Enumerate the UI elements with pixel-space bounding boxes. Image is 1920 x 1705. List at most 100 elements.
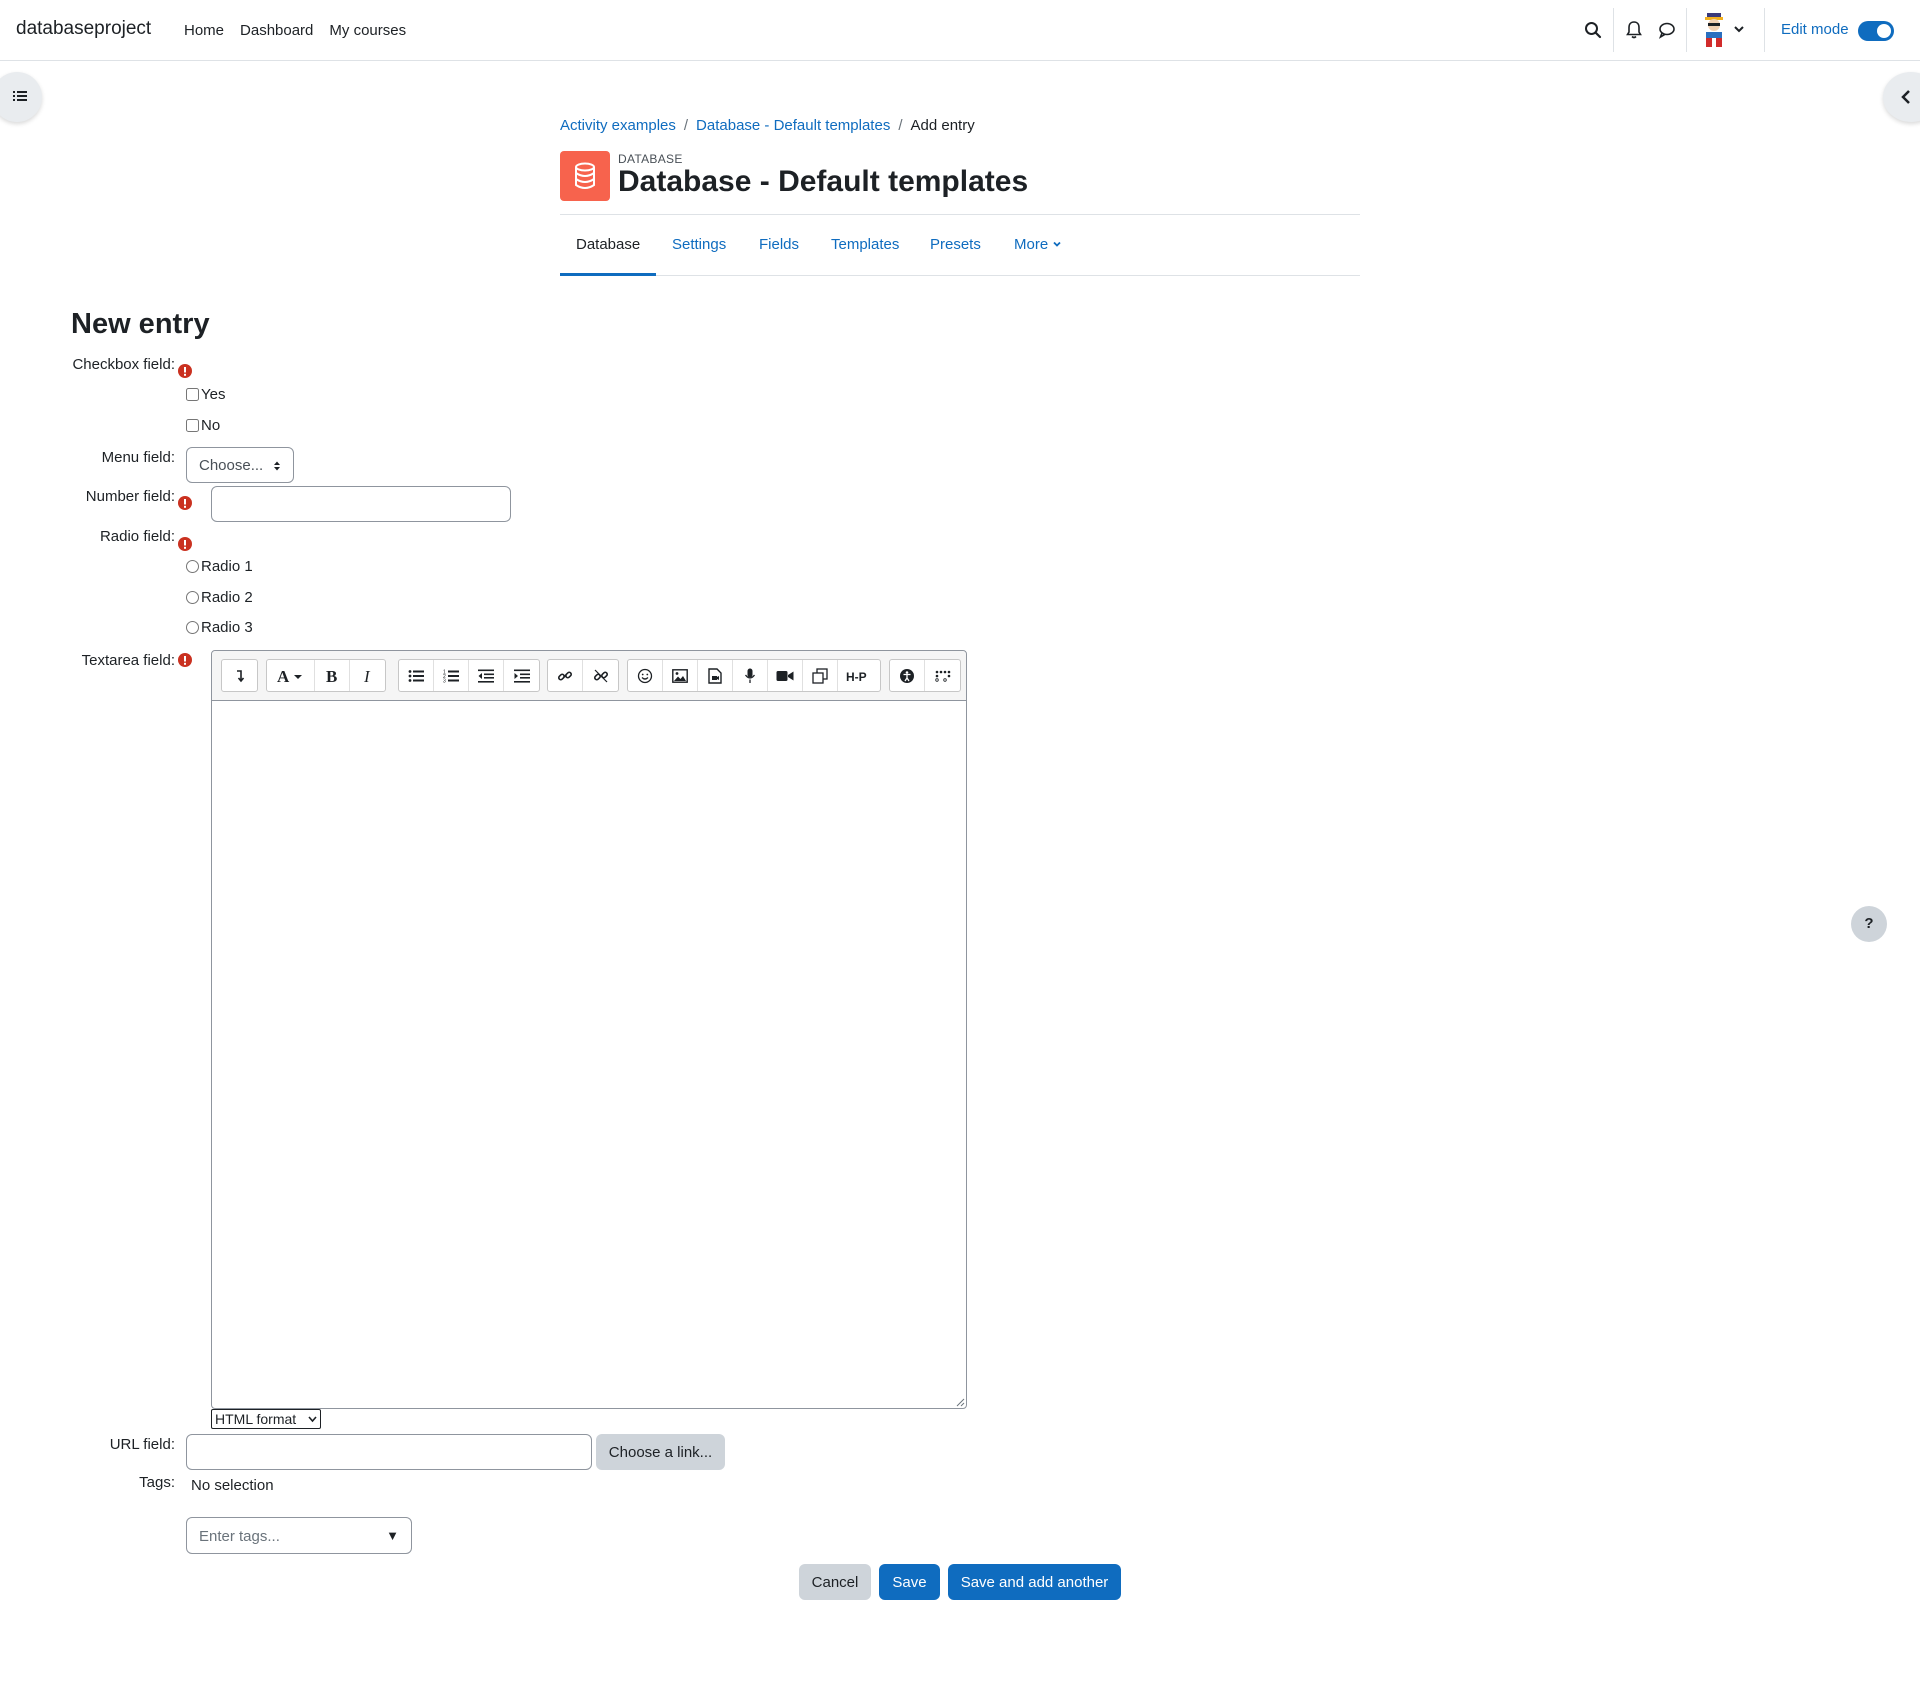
number-field-label: Number field: bbox=[85, 488, 175, 505]
radio-2-label: Radio 2 bbox=[201, 589, 253, 606]
chevron-down-icon bbox=[308, 1416, 317, 1423]
cancel-button[interactable]: Cancel bbox=[799, 1564, 871, 1600]
tags-selection-status: No selection bbox=[191, 1477, 274, 1494]
toolbar-group bbox=[889, 659, 961, 692]
indent-button[interactable] bbox=[504, 660, 539, 691]
open-course-index-button[interactable] bbox=[0, 72, 42, 122]
text-format-select[interactable]: HTML format bbox=[211, 1409, 321, 1429]
editor-content-area[interactable] bbox=[212, 702, 966, 1408]
user-avatar-icon[interactable] bbox=[1695, 11, 1733, 49]
resize-handle-icon[interactable] bbox=[955, 1397, 965, 1407]
site-name-link[interactable]: databaseproject bbox=[16, 18, 151, 40]
record-audio-button[interactable] bbox=[733, 660, 768, 691]
manage-files-button[interactable] bbox=[803, 660, 838, 691]
font-style-button[interactable]: A bbox=[267, 660, 315, 691]
nav-home-link[interactable]: Home bbox=[184, 22, 224, 39]
caret-down-icon[interactable]: ▼ bbox=[386, 1528, 399, 1543]
toolbar-group bbox=[547, 659, 619, 692]
open-block-drawer-button[interactable] bbox=[1883, 72, 1920, 122]
ordered-list-button[interactable]: 123 bbox=[434, 660, 469, 691]
braille-icon bbox=[934, 670, 950, 682]
chevron-down-icon bbox=[1053, 241, 1061, 247]
svg-text:A: A bbox=[277, 668, 290, 684]
checkbox-option-no[interactable]: No bbox=[186, 417, 220, 434]
activity-type-label: DATABASE bbox=[618, 152, 683, 166]
tab-fields[interactable]: Fields bbox=[759, 236, 799, 253]
help-button[interactable]: ? bbox=[1851, 906, 1887, 942]
insert-image-button[interactable] bbox=[663, 660, 698, 691]
breadcrumb-database[interactable]: Database - Default templates bbox=[696, 117, 890, 134]
checkbox-option-yes[interactable]: Yes bbox=[186, 386, 225, 403]
unlink-button[interactable] bbox=[583, 660, 618, 691]
menu-field-select[interactable]: Choose... bbox=[186, 447, 294, 483]
breadcrumb-activity-examples[interactable]: Activity examples bbox=[560, 117, 676, 134]
tab-more-label: More bbox=[1014, 236, 1049, 253]
insert-h5p-button[interactable]: H-P bbox=[838, 660, 880, 691]
primary-navigation: Home Dashboard My courses bbox=[176, 0, 414, 60]
messages-icon[interactable] bbox=[1656, 19, 1678, 41]
top-navbar: databaseproject Home Dashboard My course… bbox=[0, 0, 1920, 61]
active-tab-indicator bbox=[560, 273, 656, 276]
toolbar-group: A B I bbox=[266, 659, 386, 692]
outdent-icon bbox=[478, 669, 494, 683]
bell-icon[interactable] bbox=[1623, 19, 1645, 41]
url-field-input[interactable] bbox=[186, 1434, 592, 1470]
h5p-icon: H-P bbox=[846, 670, 867, 682]
radio-1-label: Radio 1 bbox=[201, 558, 253, 575]
italic-button[interactable]: I bbox=[350, 660, 385, 691]
media-file-icon bbox=[708, 667, 722, 684]
unordered-list-button[interactable] bbox=[399, 660, 434, 691]
expand-arrow-icon bbox=[236, 669, 244, 682]
svg-text:I: I bbox=[363, 668, 371, 684]
toolbar-group: H-P bbox=[627, 659, 881, 692]
accessibility-checker-button[interactable] bbox=[890, 660, 925, 691]
emoji-button[interactable] bbox=[628, 660, 663, 691]
choose-link-button[interactable]: Choose a link... bbox=[596, 1434, 725, 1470]
menu-field-value: Choose... bbox=[199, 457, 264, 474]
chevron-down-icon[interactable] bbox=[1732, 22, 1746, 36]
outdent-button[interactable] bbox=[469, 660, 504, 691]
radio-option-3[interactable]: Radio 3 bbox=[186, 619, 253, 636]
chevron-left-icon bbox=[1901, 90, 1910, 104]
microphone-icon bbox=[744, 668, 756, 683]
unlink-icon bbox=[593, 669, 608, 682]
record-video-button[interactable] bbox=[768, 660, 803, 691]
menu-field-label: Menu field: bbox=[101, 449, 175, 466]
checkbox-yes[interactable] bbox=[186, 388, 199, 401]
bold-button[interactable]: B bbox=[315, 660, 350, 691]
nav-dashboard-link[interactable]: Dashboard bbox=[240, 22, 313, 39]
tab-settings[interactable]: Settings bbox=[672, 236, 726, 253]
tab-templates[interactable]: Templates bbox=[831, 236, 899, 253]
required-icon bbox=[178, 364, 192, 378]
secondary-navigation: Database Settings Fields Templates Prese… bbox=[560, 214, 1360, 276]
checkbox-no[interactable] bbox=[186, 419, 199, 432]
radio-3[interactable] bbox=[186, 621, 199, 634]
files-icon bbox=[812, 667, 828, 684]
tab-presets[interactable]: Presets bbox=[930, 236, 981, 253]
tags-autocomplete-input[interactable]: Enter tags... ▼ bbox=[186, 1517, 412, 1554]
edit-mode-toggle[interactable] bbox=[1858, 21, 1894, 41]
font-style-icon: A bbox=[277, 668, 302, 684]
editor-toolbar: A B I 123 H-P bbox=[212, 651, 966, 701]
video-camera-icon bbox=[776, 670, 794, 681]
database-activity-icon bbox=[560, 151, 610, 201]
breadcrumb-current: Add entry bbox=[910, 117, 975, 134]
nav-my-courses-link[interactable]: My courses bbox=[329, 22, 406, 39]
navbar-divider bbox=[1764, 8, 1765, 52]
link-button[interactable] bbox=[548, 660, 583, 691]
radio-2[interactable] bbox=[186, 591, 199, 604]
accessibility-icon bbox=[900, 668, 914, 683]
radio-option-1[interactable]: Radio 1 bbox=[186, 558, 253, 575]
collapse-toolbar-button[interactable] bbox=[222, 660, 257, 691]
radio-1[interactable] bbox=[186, 560, 199, 573]
tab-more[interactable]: More bbox=[1014, 236, 1062, 253]
save-and-add-another-button[interactable]: Save and add another bbox=[948, 1564, 1121, 1600]
save-button[interactable]: Save bbox=[879, 1564, 940, 1600]
screenreader-helper-button[interactable] bbox=[925, 660, 960, 691]
search-icon[interactable] bbox=[1582, 19, 1604, 41]
radio-option-2[interactable]: Radio 2 bbox=[186, 589, 253, 606]
number-field-input[interactable] bbox=[211, 486, 511, 522]
breadcrumb-separator: / bbox=[683, 117, 689, 134]
tab-database[interactable]: Database bbox=[576, 236, 640, 253]
insert-media-button[interactable] bbox=[698, 660, 733, 691]
